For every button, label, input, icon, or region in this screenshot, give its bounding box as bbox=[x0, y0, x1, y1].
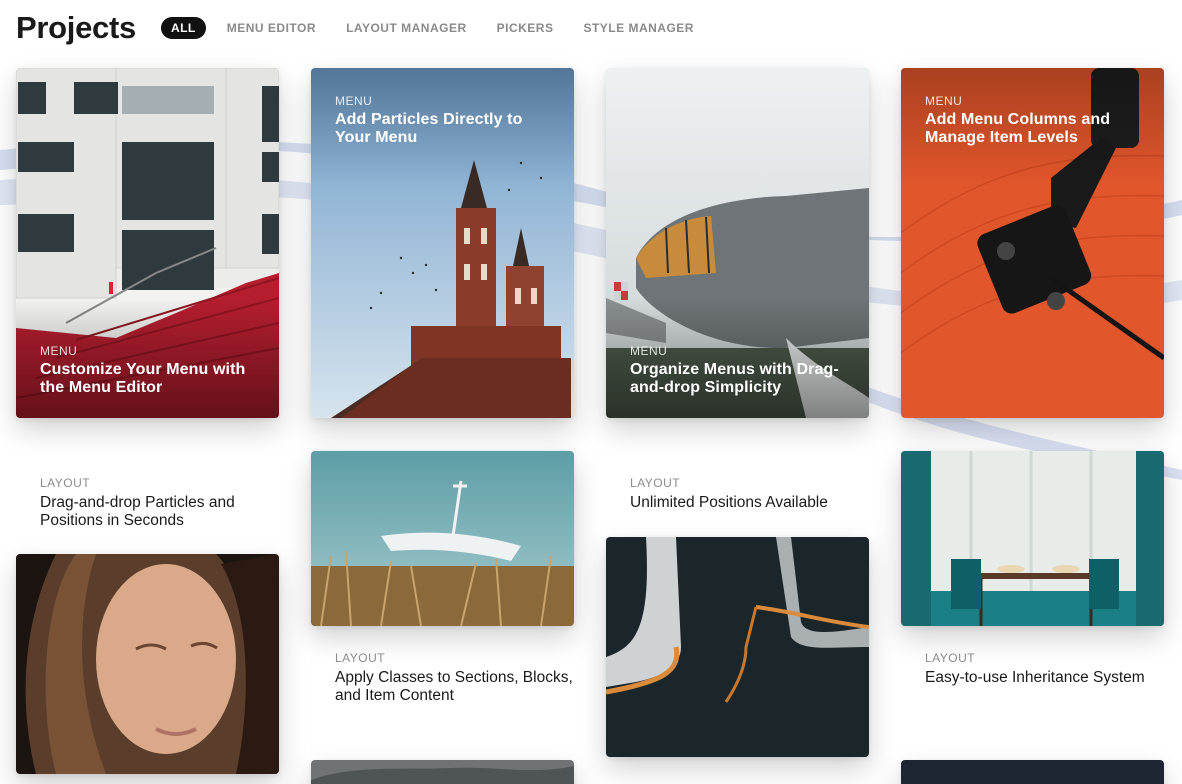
card-title: Customize Your Menu with the Menu Editor bbox=[40, 361, 246, 396]
card-title: Add Menu Columns and Manage Item Levels bbox=[925, 111, 1111, 146]
card-category: MENU bbox=[40, 344, 78, 358]
project-text-card[interactable]: LAYOUT Easy-to-use Inheritance System bbox=[901, 651, 1164, 687]
dark-night-image bbox=[901, 760, 1164, 784]
filter-pickers[interactable]: PICKERS bbox=[497, 21, 554, 35]
teal-dining-room-image bbox=[901, 451, 1164, 626]
cloudy-sky-image bbox=[311, 760, 574, 784]
filter-layout-manager[interactable]: LAYOUT MANAGER bbox=[346, 21, 467, 35]
project-card[interactable]: MENU Add Menu Columns and Manage Item Le… bbox=[901, 68, 1164, 418]
card-category: LAYOUT bbox=[40, 476, 91, 490]
project-card[interactable]: MENU Add Particles Directly to Your Menu bbox=[311, 68, 574, 418]
card-category: LAYOUT bbox=[925, 651, 976, 665]
project-card[interactable] bbox=[311, 451, 574, 626]
project-card[interactable]: MENU Organize Menus with Drag-and-drop S… bbox=[606, 68, 869, 418]
card-category: MENU bbox=[335, 94, 373, 108]
project-card[interactable] bbox=[901, 760, 1164, 784]
card-category: LAYOUT bbox=[335, 651, 386, 665]
card-title: Organize Menus with Drag-and-drop Simpli… bbox=[630, 361, 839, 396]
filter-bar: ALL MENU EDITOR LAYOUT MANAGER PICKERS S… bbox=[160, 17, 724, 39]
radio-dish-image bbox=[311, 451, 574, 626]
project-card[interactable] bbox=[16, 554, 279, 774]
laptop-edges-image bbox=[606, 537, 869, 757]
card-category: LAYOUT bbox=[630, 476, 681, 490]
card-title: Add Particles Directly to Your Menu bbox=[335, 111, 523, 146]
filter-style-manager[interactable]: STYLE MANAGER bbox=[583, 21, 694, 35]
project-text-card[interactable]: LAYOUT Unlimited Positions Available bbox=[606, 476, 869, 512]
projects-page: Projects ALL MENU EDITOR LAYOUT MANAGER … bbox=[0, 0, 1182, 784]
card-title: Easy-to-use Inheritance System bbox=[925, 669, 1145, 686]
filter-menu-editor[interactable]: MENU EDITOR bbox=[227, 21, 316, 35]
card-category: MENU bbox=[630, 344, 668, 358]
card-title: Apply Classes to Sections, Blocks, and I… bbox=[335, 669, 573, 704]
filter-all[interactable]: ALL bbox=[160, 17, 206, 39]
card-title: Unlimited Positions Available bbox=[630, 494, 828, 511]
page-header: Projects ALL MENU EDITOR LAYOUT MANAGER … bbox=[16, 8, 724, 48]
project-card[interactable]: MENU Customize Your Menu with the Menu E… bbox=[16, 68, 279, 418]
project-card[interactable] bbox=[901, 451, 1164, 626]
project-card[interactable] bbox=[606, 537, 869, 757]
project-card[interactable] bbox=[311, 760, 574, 784]
project-text-card[interactable]: LAYOUT Apply Classes to Sections, Blocks… bbox=[311, 651, 574, 705]
project-text-card[interactable]: LAYOUT Drag-and-drop Particles and Posit… bbox=[16, 476, 279, 530]
page-title: Projects bbox=[16, 10, 136, 45]
card-category: MENU bbox=[925, 94, 963, 108]
card-title: Drag-and-drop Particles and Positions in… bbox=[40, 494, 235, 529]
woman-portrait-image bbox=[16, 554, 279, 774]
